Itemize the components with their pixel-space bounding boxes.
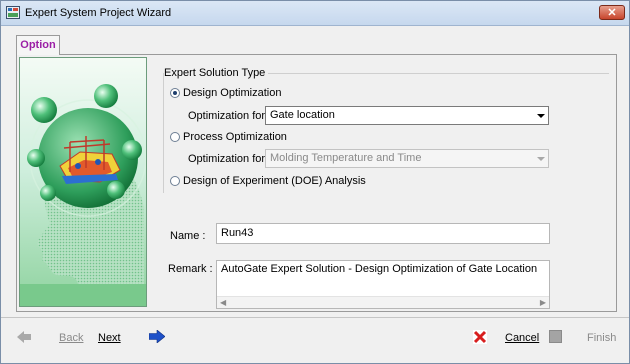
remark-horizontal-scrollbar[interactable]: ◀ ▶ — [217, 296, 549, 308]
design-optimization-for-value: Gate location — [270, 109, 335, 121]
option-panel: Expert Solution Type Design Optimization… — [16, 54, 617, 312]
scroll-right-icon[interactable]: ▶ — [540, 298, 546, 307]
illustration-graphic — [20, 58, 146, 306]
chevron-down-icon — [537, 114, 545, 118]
process-optimization-for-label: Optimization for — [188, 153, 266, 165]
finish-label: Finish — [587, 332, 617, 344]
footer-divider — [1, 317, 629, 318]
remark-text: AutoGate Expert Solution - Design Optimi… — [221, 263, 538, 275]
red-x-icon[interactable] — [473, 330, 487, 344]
arrow-right-icon[interactable] — [149, 330, 165, 343]
window-title: Expert System Project Wizard — [25, 7, 172, 19]
wizard-window: Expert System Project Wizard ✕ Option Ex… — [0, 0, 630, 364]
back-label: Back — [59, 332, 84, 344]
process-optimization-label[interactable]: Process Optimization — [183, 131, 287, 143]
expert-system-illustration — [19, 57, 147, 307]
wizard-app-icon — [6, 6, 20, 19]
name-label: Name : — [170, 230, 206, 242]
process-optimization-for-select[interactable]: Molding Temperature and Time — [265, 149, 549, 168]
design-optimization-for-label: Optimization for — [188, 110, 266, 122]
radio-design-optimization[interactable] — [170, 88, 180, 98]
design-optimization-label[interactable]: Design Optimization — [183, 87, 281, 99]
chevron-down-icon — [537, 157, 545, 161]
radio-process-optimization[interactable] — [170, 132, 180, 142]
name-input[interactable]: Run43 — [216, 223, 550, 244]
scroll-left-icon[interactable]: ◀ — [220, 298, 226, 307]
process-optimization-for-value: Molding Temperature and Time — [270, 152, 422, 164]
expert-solution-type-title: Expert Solution Type — [164, 67, 269, 79]
radio-doe-analysis[interactable] — [170, 176, 180, 186]
tab-option[interactable]: Option — [16, 35, 60, 55]
finish-button[interactable]: Finish — [587, 332, 616, 344]
remark-label: Remark : — [168, 263, 213, 275]
back-button[interactable]: Back — [59, 332, 83, 344]
design-optimization-for-select[interactable]: Gate location — [265, 106, 549, 125]
finish-square-icon — [549, 330, 562, 343]
next-button[interactable]: Next — [98, 332, 121, 344]
close-button[interactable]: ✕ — [599, 5, 625, 20]
doe-analysis-label[interactable]: Design of Experiment (DOE) Analysis — [183, 175, 366, 187]
title-bar[interactable]: Expert System Project Wizard ✕ — [1, 1, 629, 26]
remark-textarea[interactable]: AutoGate Expert Solution - Design Optimi… — [216, 260, 550, 309]
next-label: Next — [98, 332, 121, 344]
cancel-label: Cancel — [505, 332, 540, 344]
arrow-left-icon[interactable] — [17, 331, 31, 343]
cancel-button[interactable]: Cancel — [505, 332, 539, 344]
